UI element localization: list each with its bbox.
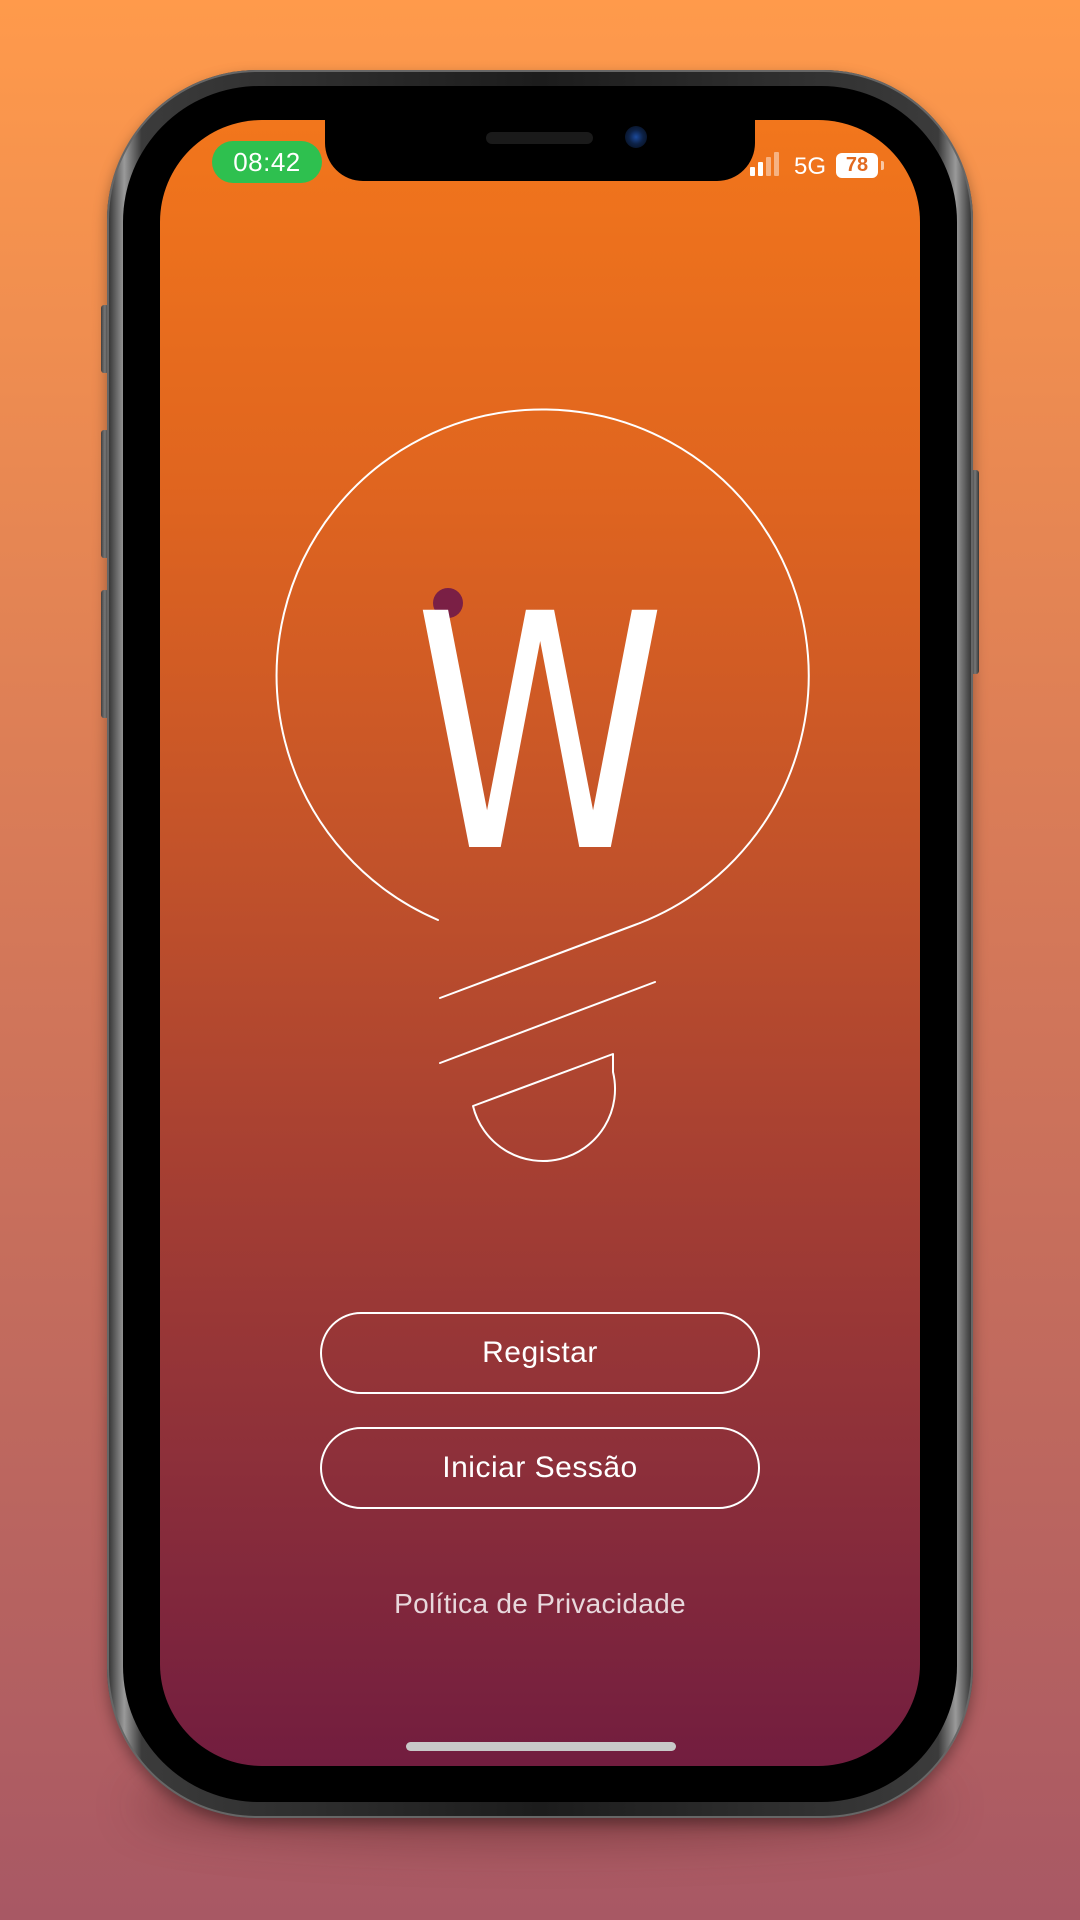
bulb-base bbox=[472, 1053, 616, 1162]
logo-letter: W bbox=[414, 545, 665, 924]
register-button[interactable]: Registar bbox=[320, 1312, 760, 1394]
lightbulb-logo-icon: W bbox=[275, 408, 810, 1162]
login-button[interactable]: Iniciar Sessão bbox=[320, 1427, 760, 1509]
app-screen: 08:42 5G 78 W Registar Iniciar Sessão Po… bbox=[160, 120, 920, 1766]
bulb-neck-line-1 bbox=[439, 922, 641, 999]
home-indicator[interactable] bbox=[406, 1742, 676, 1751]
privacy-policy-link[interactable]: Política de Privacidade bbox=[160, 1588, 920, 1620]
bulb-neck-line-2 bbox=[439, 981, 656, 1064]
